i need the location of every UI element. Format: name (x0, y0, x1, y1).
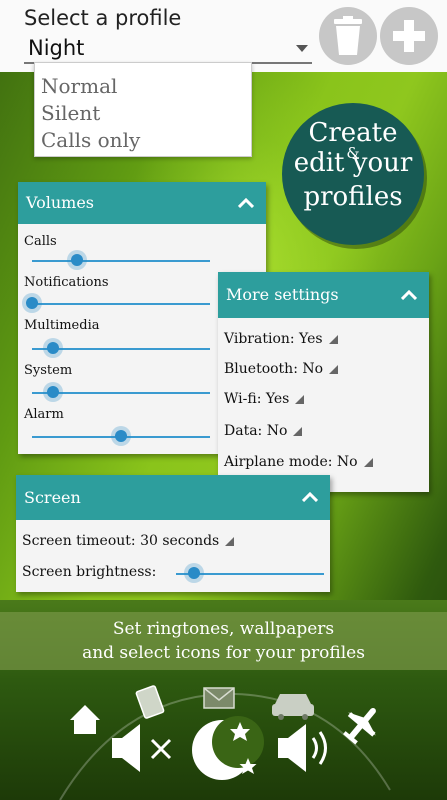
profile-select[interactable]: Night (28, 36, 84, 60)
promo-line-3: profiles (303, 182, 403, 212)
airplane-icon (343, 707, 376, 745)
more-settings-title: More settings (226, 285, 339, 304)
dropdown-triangle-icon (329, 365, 339, 374)
wifi-setting[interactable]: Wi-fi: Yes (224, 391, 305, 407)
vibration-label: Vibration: Yes (224, 331, 323, 347)
car-icon (272, 694, 314, 720)
ribbon-line-1: Set ringtones, wallpapers (112, 619, 335, 639)
profile-option-silent[interactable]: Silent (41, 100, 251, 127)
trash-icon (334, 16, 362, 55)
chevron-up-icon[interactable] (401, 290, 417, 300)
chevron-down-icon[interactable] (296, 45, 308, 52)
multimedia-slider-thumb[interactable] (47, 342, 60, 354)
add-profile-button[interactable] (380, 7, 438, 65)
screen-panel: Screen Screen timeout: 30 seconds Screen… (16, 475, 330, 592)
volume-label-notifications: Notifications (24, 275, 109, 290)
wifi-label: Wi-fi: Yes (224, 391, 290, 407)
more-settings-panel: More settings Vibration: Yes Bluetooth: … (218, 272, 429, 492)
volumes-header[interactable]: Volumes (18, 182, 266, 224)
plus-icon (393, 20, 425, 52)
phone-icon (135, 685, 165, 719)
data-label: Data: No (224, 423, 288, 439)
volume-label-calls: Calls (24, 234, 57, 249)
vibration-setting[interactable]: Vibration: Yes (224, 331, 338, 347)
dropdown-triangle-icon (225, 537, 235, 546)
screen-timeout-setting[interactable]: Screen timeout: 30 seconds (22, 533, 235, 549)
data-setting[interactable]: Data: No (224, 423, 303, 439)
calls-slider-thumb[interactable] (70, 254, 83, 266)
notifications-slider-thumb[interactable] (26, 297, 38, 309)
calls-slider[interactable] (32, 260, 210, 262)
system-slider-thumb[interactable] (47, 386, 60, 398)
volumes-title: Volumes (26, 193, 94, 212)
screen-timeout-label: Screen timeout: 30 seconds (22, 533, 220, 549)
home-icon (70, 705, 100, 734)
speaker-loud-icon (278, 724, 327, 772)
profile-icons-showcase (59, 685, 391, 800)
dropdown-triangle-icon (295, 395, 305, 404)
ribbon-line-2: and select icons for your profiles (82, 643, 365, 663)
volume-label-alarm: Alarm (24, 407, 64, 422)
profile-title: Select a profile (24, 6, 182, 30)
screen-brightness-label: Screen brightness: (22, 564, 157, 580)
volume-label-system: System (24, 363, 73, 378)
airplane-mode-setting[interactable]: Airplane mode: No (224, 454, 373, 470)
bluetooth-label: Bluetooth: No (224, 361, 324, 377)
mail-icon (203, 687, 235, 709)
brightness-slider-thumb[interactable] (187, 567, 200, 579)
alarm-slider-thumb[interactable] (115, 430, 127, 442)
notifications-slider[interactable] (32, 303, 210, 305)
profile-option-calls-only[interactable]: Calls only (41, 127, 251, 154)
more-settings-header[interactable]: More settings (218, 272, 429, 318)
moon-stars-icon (192, 716, 264, 780)
volume-label-multimedia: Multimedia (24, 318, 100, 333)
bluetooth-setting[interactable]: Bluetooth: No (224, 361, 339, 377)
delete-profile-button[interactable] (319, 7, 377, 65)
screen-title: Screen (24, 488, 81, 507)
profile-option-normal[interactable]: Normal (41, 73, 251, 100)
dropdown-triangle-icon (293, 427, 303, 436)
airplane-mode-label: Airplane mode: No (224, 454, 358, 470)
profile-dropdown: Normal Silent Calls only (34, 62, 252, 157)
dropdown-triangle-icon (328, 335, 338, 344)
feature-ribbon: Set ringtones, wallpapers and select ico… (0, 612, 447, 670)
chevron-up-icon[interactable] (238, 198, 254, 208)
chevron-up-icon[interactable] (302, 492, 318, 502)
promo-badge: Create & edit your profiles (282, 103, 424, 245)
promo-line-2: edit your (293, 148, 413, 178)
dropdown-triangle-icon (363, 458, 373, 467)
screen-header[interactable]: Screen (16, 475, 330, 520)
